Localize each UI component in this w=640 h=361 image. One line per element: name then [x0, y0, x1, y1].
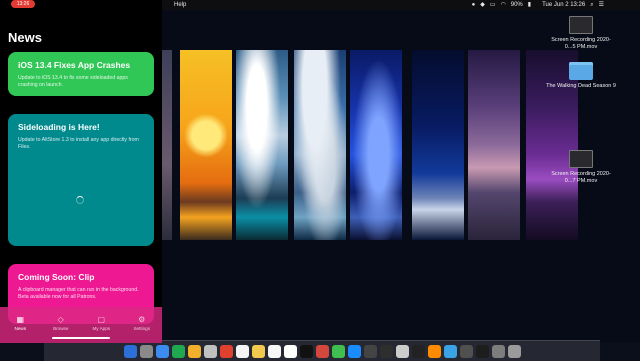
dock-app-icon[interactable]: [443, 344, 457, 358]
dock-app-icon[interactable]: [347, 344, 361, 358]
dock-app-icon[interactable]: [123, 344, 137, 358]
folder-icon: [569, 62, 593, 80]
wallpaper-strip: [162, 50, 172, 240]
dock-app-icon[interactable]: [459, 344, 473, 358]
tab-label: Settings: [133, 326, 151, 331]
dock-app-icon[interactable]: [475, 344, 489, 358]
dock-app-icon[interactable]: [187, 344, 201, 358]
desktop-file-icon[interactable]: Screen Recording 2020-0...7 PM.mov: [546, 150, 616, 185]
dock-app-icon[interactable]: [427, 344, 441, 358]
news-card-title: Coming Soon: Clip: [18, 272, 95, 282]
diamond-icon: ◇: [57, 315, 64, 324]
tab-news[interactable]: ▦ News: [0, 307, 41, 343]
desktop-folder-icon[interactable]: The Walking Dead Season 9: [546, 62, 616, 90]
desktop-folder-label: The Walking Dead Season 9: [546, 83, 616, 89]
dock-app-icon[interactable]: [251, 344, 265, 358]
menubar-clock[interactable]: Tue Jun 2 13:26: [542, 0, 585, 10]
dock-app-icon[interactable]: [267, 344, 281, 358]
news-card[interactable]: iOS 13.4 Fixes App Crashes Update to iOS…: [8, 52, 154, 96]
phone-screen: 13:26 News iOS 13.4 Fixes App Crashes Up…: [0, 0, 162, 343]
dock-app-icon[interactable]: [331, 344, 345, 358]
news-card-body: Update to AltStore 1.3 to install any ap…: [18, 137, 139, 150]
news-card-title: Sideloading is Here!: [18, 122, 100, 132]
gear-icon: ⚙: [138, 315, 146, 324]
search-icon[interactable]: ⌕: [590, 0, 593, 10]
airplay-icon[interactable]: ▭: [490, 0, 496, 10]
dock-app-icon[interactable]: [491, 344, 505, 358]
wallpaper-strip: [180, 50, 232, 240]
wallpaper-strip: [412, 50, 464, 240]
menubar-tray: ● ◆ ▭ ◠ 90% ▮ Tue Jun 2 13:26 ⌕ ☰: [472, 0, 604, 10]
dock-app-icon[interactable]: [155, 344, 169, 358]
tab-label: News: [14, 326, 27, 331]
apps-icon: ▢: [97, 315, 106, 324]
dock-app-icon[interactable]: [171, 344, 185, 358]
dock-app-icon[interactable]: [315, 344, 329, 358]
desktop-file-label: Screen Recording 2020-0...7 PM.mov: [551, 171, 611, 184]
dock-app-icon[interactable]: [139, 344, 153, 358]
menu-help[interactable]: Help: [174, 0, 186, 10]
page-title: News: [8, 30, 42, 45]
loading-spinner-icon: [76, 196, 84, 204]
battery-icon[interactable]: ▮: [528, 0, 531, 10]
record-icon[interactable]: ●: [472, 0, 476, 10]
mac-dock: [44, 340, 600, 361]
home-indicator: [52, 337, 110, 339]
wallpaper-strip: [236, 50, 288, 240]
battery-percent[interactable]: 90%: [511, 0, 523, 10]
wifi-icon[interactable]: ◠: [501, 0, 506, 10]
dock-app-icon[interactable]: [507, 344, 521, 358]
news-icon: ▦: [16, 315, 25, 324]
dock-app-icon[interactable]: [203, 344, 217, 358]
dock-app-icon[interactable]: [395, 344, 409, 358]
dock-app-icon[interactable]: [219, 344, 233, 358]
video-thumbnail-icon: [569, 150, 593, 168]
video-thumbnail-icon: [569, 16, 593, 34]
dock-app-icon[interactable]: [411, 344, 425, 358]
dock-app-icon[interactable]: [283, 344, 297, 358]
dock-app-icon[interactable]: [235, 344, 249, 358]
dock-app-icon[interactable]: [299, 344, 313, 358]
news-card-body: A clipboard manager that can run in the …: [18, 287, 139, 300]
diamond-icon[interactable]: ◆: [480, 0, 485, 10]
tab-settings[interactable]: ⚙ Settings: [122, 307, 163, 343]
news-card[interactable]: Sideloading is Here! Update to AltStore …: [8, 114, 154, 246]
wallpaper-strip: [468, 50, 520, 240]
news-card-body: Update to iOS 13.4 to fix some sideloade…: [18, 75, 128, 88]
wallpaper-strip: [294, 50, 346, 240]
tab-label: My Apps: [92, 326, 111, 331]
tab-label: Browse: [53, 326, 69, 331]
desktop-file-icon[interactable]: Screen Recording 2020-0...5 PM.mov: [546, 16, 616, 51]
status-time-pill[interactable]: 13:26: [11, 0, 35, 8]
wallpaper-strip: [350, 50, 402, 240]
control-center-icon[interactable]: ☰: [599, 0, 604, 10]
news-card-title: iOS 13.4 Fixes App Crashes: [18, 60, 131, 70]
dock-app-icon[interactable]: [379, 344, 393, 358]
dock-app-icon[interactable]: [363, 344, 377, 358]
desktop-file-label: Screen Recording 2020-0...5 PM.mov: [551, 37, 611, 50]
